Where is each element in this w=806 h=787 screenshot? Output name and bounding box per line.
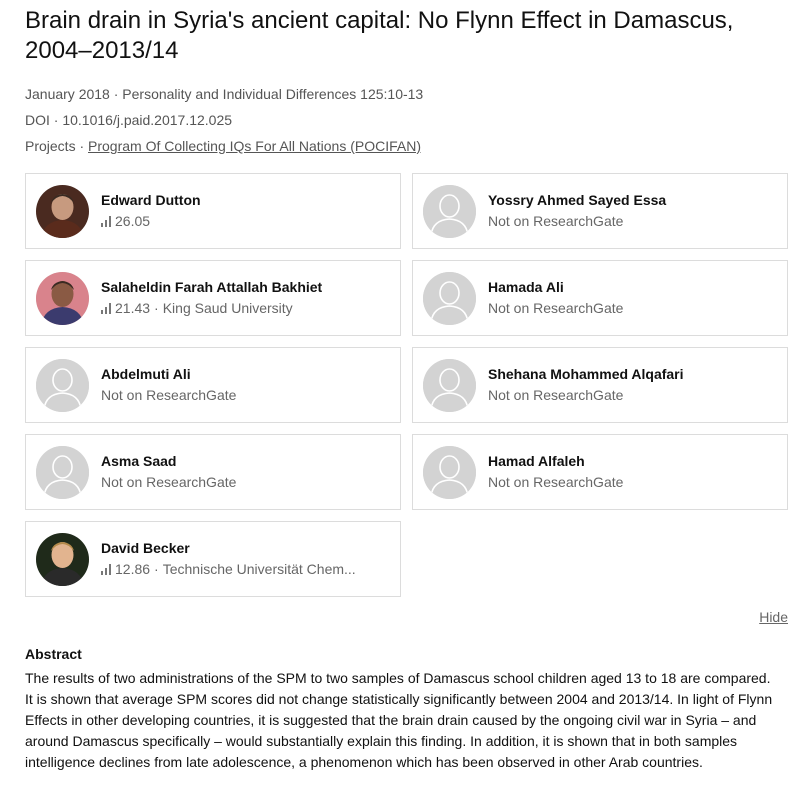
author-subline: Not on ResearchGate	[101, 474, 388, 490]
author-subline: Not on ResearchGate	[488, 387, 775, 403]
default-avatar-icon[interactable]	[423, 359, 476, 412]
default-avatar-icon[interactable]	[36, 446, 89, 499]
separator-dot: ·	[154, 561, 159, 577]
author-photo-image	[36, 185, 89, 238]
publication-projects: Projects · Program Of Collecting IQs For…	[25, 137, 421, 155]
abstract-text: The results of two administrations of th…	[25, 670, 773, 770]
author-subline: Not on ResearchGate	[101, 387, 388, 403]
author-card[interactable]: Shehana Mohammed Alqafari Not on Research…	[412, 347, 788, 423]
author-name[interactable]: Abdelmuti Ali	[101, 366, 392, 382]
author-score: 26.05	[115, 213, 151, 229]
author-name[interactable]: Hamada Ali	[488, 279, 779, 295]
author-subline: 21.43 · King Saud University	[101, 300, 388, 317]
author-name[interactable]: David Becker	[101, 540, 392, 556]
default-avatar-icon[interactable]	[423, 446, 476, 499]
score-bars-icon	[101, 301, 113, 317]
author-subline: Not on ResearchGate	[488, 213, 775, 229]
author-affiliation: King Saud University	[162, 300, 293, 316]
default-avatar-icon[interactable]	[423, 272, 476, 325]
author-name[interactable]: Yossry Ahmed Sayed Essa	[488, 192, 779, 208]
person-icon	[36, 359, 89, 412]
score-bars-icon	[101, 562, 113, 578]
publication-date-journal: January 2018 · Personality and Individua…	[25, 86, 424, 102]
author-name[interactable]: Hamad Alfaleh	[488, 453, 779, 469]
author-name[interactable]: Shehana Mohammed Alqafari	[488, 366, 779, 382]
author-photo[interactable]	[36, 272, 89, 325]
author-card[interactable]: Yossry Ahmed Sayed Essa Not on ResearchGa…	[412, 173, 788, 249]
person-icon	[423, 185, 476, 238]
author-status: Not on ResearchGate	[488, 300, 624, 316]
author-card[interactable]: Hamad Alfaleh Not on ResearchGate	[412, 434, 788, 510]
separator-dot: ·	[154, 300, 159, 316]
author-card[interactable]: David Becker 12.86 · Technische Universität…	[25, 521, 401, 597]
person-icon	[36, 446, 89, 499]
author-affiliation: Technische Universität Chem...	[162, 561, 356, 577]
project-link[interactable]: Program Of Collecting IQs For All Nation…	[88, 138, 421, 154]
author-name[interactable]: Edward Dutton	[101, 192, 392, 208]
author-card[interactable]: Salaheldin Farah Attallah Bakhiet 21.43 · K…	[25, 260, 401, 336]
author-card[interactable]: Abdelmuti Ali Not on ResearchGate	[25, 347, 401, 423]
person-icon	[423, 272, 476, 325]
score-bars-icon	[101, 214, 113, 230]
publication-page: Brain drain in Syria's ancient capital: …	[0, 0, 806, 787]
author-name[interactable]: Asma Saad	[101, 453, 392, 469]
author-subline: Not on ResearchGate	[488, 474, 775, 490]
author-photo[interactable]	[36, 185, 89, 238]
hide-authors-link[interactable]: Hide	[759, 609, 788, 625]
publication-title: Brain drain in Syria's ancient capital: …	[25, 7, 734, 64]
projects-label: Projects ·	[25, 138, 85, 154]
author-name[interactable]: Salaheldin Farah Attallah Bakhiet	[101, 279, 392, 295]
author-subline: 12.86 · Technische Universität Chem...	[101, 561, 388, 578]
author-card[interactable]: Hamada Ali Not on ResearchGate	[412, 260, 788, 336]
person-icon	[423, 446, 476, 499]
author-card[interactable]: Edward Dutton 26.05	[25, 173, 401, 249]
author-subline: 26.05	[101, 213, 388, 230]
author-photo-image	[36, 272, 89, 325]
author-status: Not on ResearchGate	[488, 474, 624, 490]
author-score: 12.86	[115, 561, 151, 577]
author-score: 21.43	[115, 300, 151, 316]
abstract-heading: Abstract	[25, 646, 82, 662]
person-icon	[423, 359, 476, 412]
author-status: Not on ResearchGate	[101, 474, 237, 490]
default-avatar-icon[interactable]	[423, 185, 476, 238]
author-status: Not on ResearchGate	[488, 387, 624, 403]
author-card[interactable]: Asma Saad Not on ResearchGate	[25, 434, 401, 510]
author-status: Not on ResearchGate	[101, 387, 237, 403]
author-status: Not on ResearchGate	[488, 213, 624, 229]
author-photo[interactable]	[36, 533, 89, 586]
publication-doi: DOI · 10.1016/j.paid.2017.12.025	[25, 112, 233, 128]
author-photo-image	[36, 533, 89, 586]
author-subline: Not on ResearchGate	[488, 300, 775, 316]
default-avatar-icon[interactable]	[36, 359, 89, 412]
